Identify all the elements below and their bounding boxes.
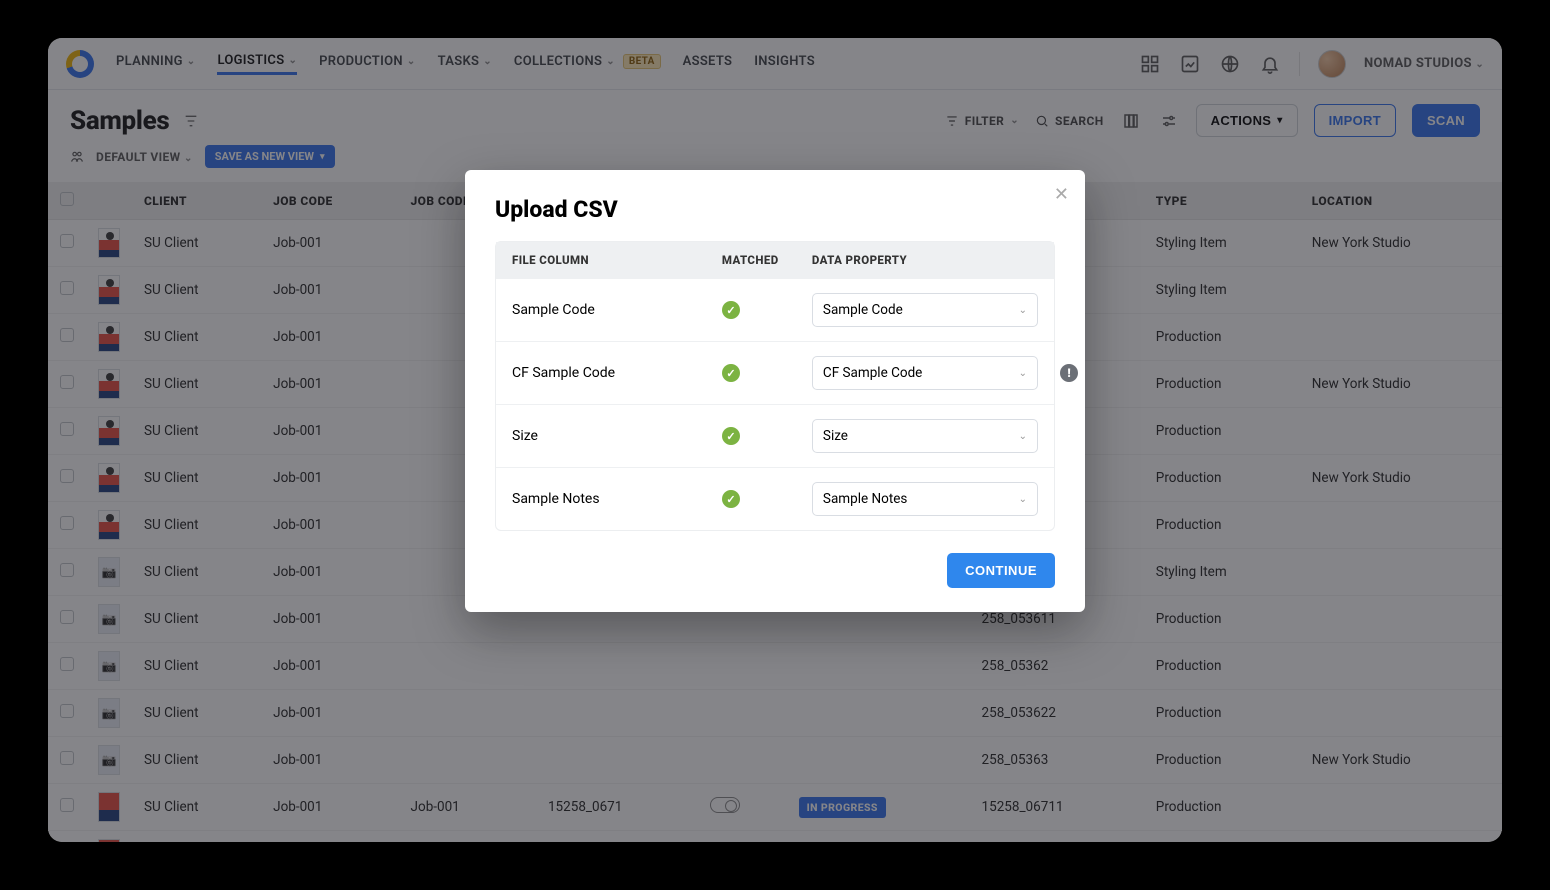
mapping-row: CF Sample Code✓CF Sample Code⌄! [496,341,1054,404]
check-icon: ✓ [722,427,740,445]
col-header-matched: MATCHED [722,253,812,267]
data-property-select[interactable]: Sample Notes⌄ [812,482,1038,516]
warning-icon[interactable]: ! [1060,364,1078,382]
check-icon: ✓ [722,364,740,382]
file-column-name: CF Sample Code [512,365,722,381]
continue-button[interactable]: CONTINUE [947,553,1055,588]
check-icon: ✓ [722,301,740,319]
close-icon[interactable]: ✕ [1054,184,1069,205]
modal-title: Upload CSV [495,196,1055,223]
data-property-select[interactable]: Size⌄ [812,419,1038,453]
col-header-file-column: FILE COLUMN [512,253,722,267]
col-header-data-property: DATA PROPERTY [812,253,1038,267]
upload-csv-modal: ✕ Upload CSV FILE COLUMN MATCHED DATA PR… [465,170,1085,612]
column-mapping-table: FILE COLUMN MATCHED DATA PROPERTY Sample… [495,241,1055,531]
mapping-row: Size✓ Size⌄ [496,404,1054,467]
mapping-row: Sample Code✓ Sample Code⌄ [496,278,1054,341]
file-column-name: Sample Code [512,302,722,318]
file-column-name: Size [512,428,722,444]
file-column-name: Sample Notes [512,491,722,507]
mapping-row: Sample Notes✓ Sample Notes⌄ [496,467,1054,530]
data-property-select[interactable]: CF Sample Code⌄ [812,356,1038,390]
data-property-select[interactable]: Sample Code⌄ [812,293,1038,327]
check-icon: ✓ [722,490,740,508]
modal-backdrop: ✕ Upload CSV FILE COLUMN MATCHED DATA PR… [0,0,1550,890]
